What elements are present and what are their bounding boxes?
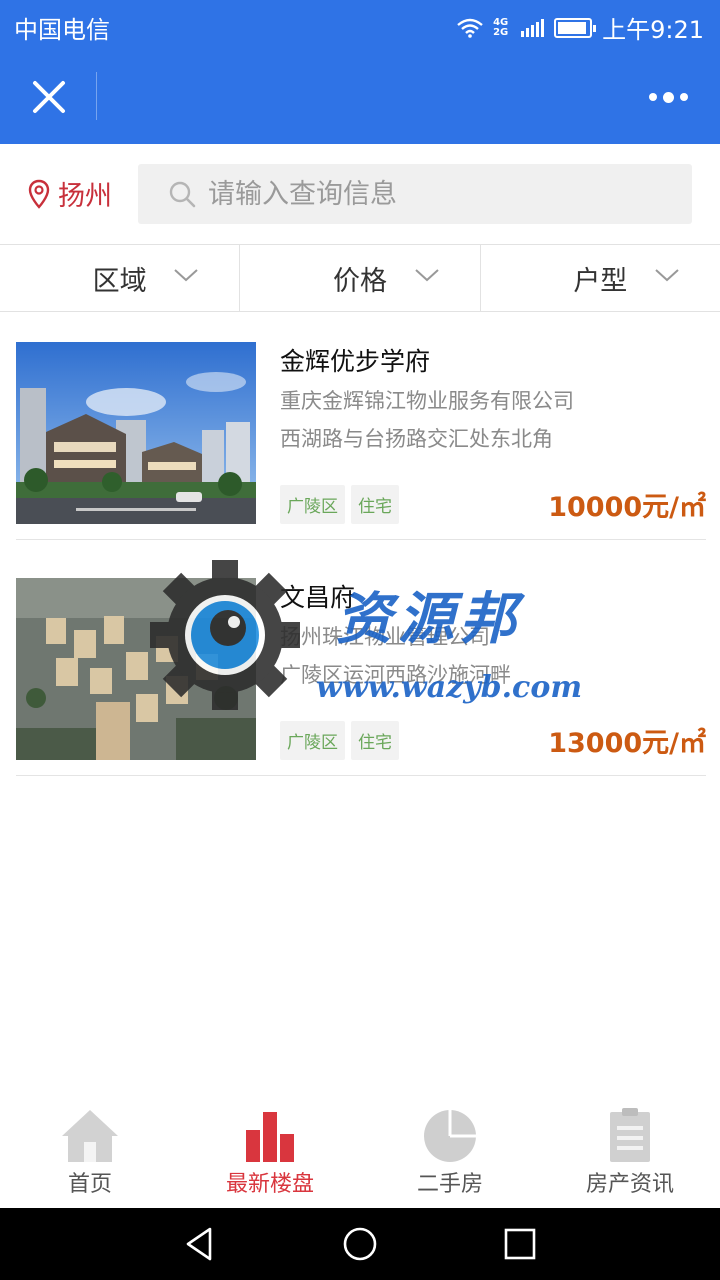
close-button[interactable] — [24, 72, 74, 122]
tag-district: 广陵区 — [280, 485, 345, 524]
city-selector[interactable]: 扬州 — [28, 174, 112, 213]
more-dot-right — [679, 93, 688, 101]
list-item[interactable]: 金辉优步学府 重庆金辉锦江物业服务有限公司 西湖路与台扬路交汇处东北角 广陵区 … — [16, 312, 706, 540]
tag-type: 住宅 — [351, 485, 399, 524]
tag-district: 广陵区 — [280, 721, 345, 760]
location-pin-icon — [28, 179, 50, 209]
city-name: 扬州 — [58, 181, 112, 212]
property-image — [16, 578, 256, 760]
more-dot-center — [662, 91, 674, 103]
property-info: 金辉优步学府 重庆金辉锦江物业服务有限公司 西湖路与台扬路交汇处东北角 广陵区 … — [280, 342, 706, 524]
system-nav-bar — [0, 1208, 720, 1280]
signal-icon — [521, 18, 545, 37]
search-box — [138, 164, 692, 224]
battery-icon — [554, 17, 597, 38]
property-info: 文昌府 扬州珠江物业管理公司 广陵区运河西路沙施河畔 广陵区 住宅 13000元… — [280, 578, 706, 760]
property-name: 金辉优步学府 — [280, 347, 431, 376]
property-company: 重庆金辉锦江物业服务有限公司 — [280, 389, 574, 413]
tab-new-properties[interactable]: 最新楼盘 — [180, 1098, 360, 1208]
property-name: 文昌府 — [280, 583, 356, 612]
search-row: 扬州 — [0, 144, 720, 244]
tag-type: 住宅 — [351, 721, 399, 760]
more-dots-icon — [648, 93, 657, 101]
network-type-secondary: 2G — [493, 26, 509, 38]
tab-new-properties-label: 最新楼盘 — [225, 1172, 314, 1197]
property-tags: 广陵区 住宅 — [280, 485, 399, 524]
title-divider — [96, 72, 97, 120]
close-icon — [33, 81, 65, 113]
tab-second-hand-label: 二手房 — [416, 1172, 483, 1197]
property-image — [16, 342, 256, 524]
status-bar: 中国电信 4G 2G 上午9:21 — [0, 0, 720, 50]
filter-price[interactable]: 价格 — [239, 245, 479, 311]
wifi-icon — [457, 18, 483, 38]
property-price: 13000元/㎡ — [548, 728, 706, 759]
search-icon — [169, 181, 196, 208]
bottom-tab-bar: 首页 最新楼盘 二手房 房产资讯 — [0, 1098, 720, 1208]
back-icon[interactable] — [182, 1226, 218, 1262]
pie-chart-icon — [424, 1110, 476, 1162]
property-company: 扬州珠江物业管理公司 — [280, 625, 490, 649]
property-tags: 广陵区 住宅 — [280, 721, 399, 760]
clock: 上午9:21 — [602, 16, 704, 44]
status-icons: 4G 2G 上午9:21 — [457, 10, 704, 45]
tab-home-label: 首页 — [67, 1172, 112, 1197]
network-type-primary: 4G — [493, 16, 509, 28]
property-address: 西湖路与台扬路交汇处东北角 — [280, 427, 553, 451]
filter-bar: 区域 价格 户型 — [0, 244, 720, 312]
more-button[interactable] — [636, 80, 700, 114]
filter-region-label: 区域 — [92, 265, 147, 297]
tab-second-hand[interactable]: 二手房 — [360, 1098, 540, 1208]
clipboard-icon — [610, 1108, 650, 1162]
list-item[interactable]: 文昌府 扬州珠江物业管理公司 广陵区运河西路沙施河畔 广陵区 住宅 13000元… — [16, 548, 706, 776]
search-input[interactable] — [208, 178, 688, 210]
carrier-name: 中国电信 — [14, 16, 110, 44]
property-address: 广陵区运河西路沙施河畔 — [280, 663, 511, 687]
tab-home[interactable]: 首页 — [0, 1098, 180, 1208]
filter-layout-label: 户型 — [573, 265, 628, 297]
title-bar — [0, 50, 720, 144]
network-type: 4G 2G — [493, 16, 511, 38]
tab-news-label: 房产资讯 — [585, 1172, 674, 1197]
tab-news[interactable]: 房产资讯 — [540, 1098, 720, 1208]
filter-price-label: 价格 — [332, 265, 387, 297]
filter-layout[interactable]: 户型 — [479, 245, 720, 311]
chevron-down-icon — [414, 269, 439, 282]
filter-region[interactable]: 区域 — [0, 245, 239, 311]
chevron-down-icon — [174, 269, 199, 282]
property-price: 10000元/㎡ — [548, 492, 706, 523]
home-button-icon[interactable] — [342, 1226, 378, 1262]
chevron-down-icon — [655, 269, 679, 282]
home-icon — [62, 1110, 118, 1162]
recents-icon[interactable] — [502, 1226, 538, 1262]
bar-chart-icon — [246, 1112, 294, 1162]
